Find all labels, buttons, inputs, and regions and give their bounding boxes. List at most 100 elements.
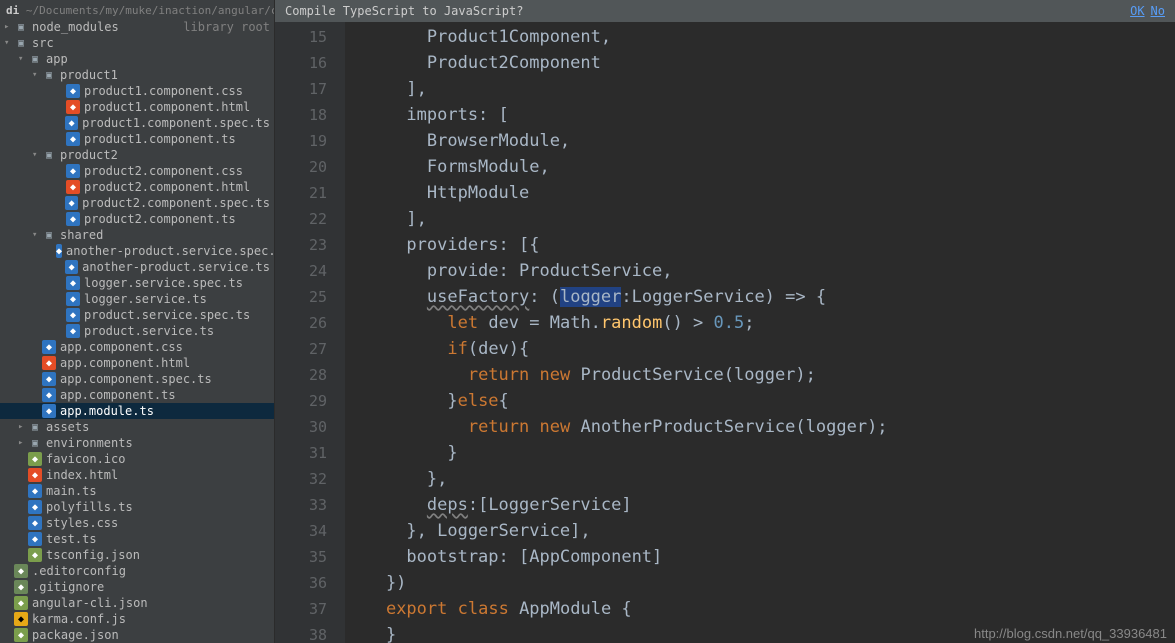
code-line[interactable]: HttpModule	[345, 180, 1175, 206]
file-index.html[interactable]: ◆index.html	[0, 467, 274, 483]
notice-ok-link[interactable]: OK	[1130, 4, 1144, 18]
code-line[interactable]: FormsModule,	[345, 154, 1175, 180]
code-line[interactable]: ],	[345, 76, 1175, 102]
code-line[interactable]: ],	[345, 206, 1175, 232]
file-another-product.service.spec.ts[interactable]: ◆another-product.service.spec.ts	[0, 243, 274, 259]
code-line[interactable]: Product2Component	[345, 50, 1175, 76]
folder-environments[interactable]: ▸ ▣ environments	[0, 435, 274, 451]
line-number-gutter[interactable]: 1516171819202122232425262728293031323334…	[275, 22, 345, 643]
folder-src[interactable]: ▾ ▣ src	[0, 35, 274, 51]
line-number: 31	[275, 440, 327, 466]
file-styles.css[interactable]: ◆ styles.css	[0, 515, 274, 531]
line-number: 35	[275, 544, 327, 570]
code-line[interactable]: }, LoggerService],	[345, 518, 1175, 544]
folder-product1[interactable]: ▾ ▣ product1	[0, 67, 274, 83]
file-tsconfig.json[interactable]: ◆tsconfig.json	[0, 547, 274, 563]
code-line[interactable]: BrowserModule,	[345, 128, 1175, 154]
file-app.component.ts[interactable]: ◆app.component.ts	[0, 387, 274, 403]
code-line[interactable]: })	[345, 570, 1175, 596]
file-polyfills.ts[interactable]: ◆polyfills.ts	[0, 499, 274, 515]
line-number: 16	[275, 50, 327, 76]
file-icon: ◆	[66, 212, 80, 226]
file-icon: ◆	[65, 260, 78, 274]
folder-label: environments	[46, 436, 270, 450]
code-line[interactable]: useFactory: (logger:LoggerService) => {	[345, 284, 1175, 310]
notice-no-link[interactable]: No	[1151, 4, 1165, 18]
line-number: 33	[275, 492, 327, 518]
folder-app[interactable]: ▾ ▣ app	[0, 51, 274, 67]
file-label: tsconfig.json	[46, 548, 270, 562]
code-line[interactable]: }else{	[345, 388, 1175, 414]
file-icon: ◆	[28, 468, 42, 482]
code-line[interactable]: }	[345, 440, 1175, 466]
file-angular-cli.json[interactable]: ◆angular-cli.json	[0, 595, 274, 611]
folder-label: product2	[60, 148, 270, 162]
file-icon: ◆	[28, 516, 42, 530]
file-label: product2.component.ts	[84, 212, 270, 226]
file-icon: ◆	[66, 180, 80, 194]
file-label: logger.service.spec.ts	[84, 276, 270, 290]
code-line[interactable]: Product1Component,	[345, 24, 1175, 50]
file-label: product1.component.html	[84, 100, 270, 114]
file-app.component.spec.ts[interactable]: ◆app.component.spec.ts	[0, 371, 274, 387]
file-product2.component.spec.ts[interactable]: ◆product2.component.spec.ts	[0, 195, 274, 211]
code-line[interactable]: bootstrap: [AppComponent]	[345, 544, 1175, 570]
file-label: main.ts	[46, 484, 270, 498]
line-number: 20	[275, 154, 327, 180]
code-line[interactable]: imports: [	[345, 102, 1175, 128]
folder-icon: ▣	[14, 36, 28, 50]
file-logger.service.ts[interactable]: ◆logger.service.ts	[0, 291, 274, 307]
file-another-product.service.ts[interactable]: ◆another-product.service.ts	[0, 259, 274, 275]
folder-product2[interactable]: ▾ ▣ product2	[0, 147, 274, 163]
code-line[interactable]: return new AnotherProductService(logger)…	[345, 414, 1175, 440]
file-product2.component.ts[interactable]: ◆ product2.component.ts	[0, 211, 274, 227]
file-label: product1.component.css	[84, 84, 270, 98]
file-label: polyfills.ts	[46, 500, 270, 514]
file-product1.component.css[interactable]: ◆product1.component.css	[0, 83, 274, 99]
code-line[interactable]: let dev = Math.random() > 0.5;	[345, 310, 1175, 336]
file-product2.component.css[interactable]: ◆product2.component.css	[0, 163, 274, 179]
code-line[interactable]: deps:[LoggerService]	[345, 492, 1175, 518]
file-product.service.spec.ts[interactable]: ◆product.service.spec.ts	[0, 307, 274, 323]
folder-label: product1	[60, 68, 270, 82]
folder-shared[interactable]: ▾ ▣ shared	[0, 227, 274, 243]
file-label: styles.css	[46, 516, 270, 530]
code-line[interactable]: if(dev){	[345, 336, 1175, 362]
file-package.json[interactable]: ◆package.json	[0, 627, 274, 643]
file-main.ts[interactable]: ◆main.ts	[0, 483, 274, 499]
file-label: app.component.css	[60, 340, 270, 354]
code-editor[interactable]: Product1Component, Product2Component ], …	[345, 22, 1175, 643]
file-app.component.html[interactable]: ◆app.component.html	[0, 355, 274, 371]
chevron-down-icon: ▾	[32, 150, 42, 160]
file-product1.component.html[interactable]: ◆product1.component.html	[0, 99, 274, 115]
file-favicon.ico[interactable]: ◆favicon.ico	[0, 451, 274, 467]
file-product1.component.spec.ts[interactable]: ◆product1.component.spec.ts	[0, 115, 274, 131]
code-line[interactable]: },	[345, 466, 1175, 492]
folder-node-modules[interactable]: ▸ ▣ node_modules library root	[0, 19, 274, 35]
project-sidebar[interactable]: di ~/Documents/my/muke/inaction/angular/…	[0, 0, 275, 643]
folder-assets[interactable]: ▸ ▣ assets	[0, 419, 274, 435]
line-number: 15	[275, 24, 327, 50]
file-karma.conf.js[interactable]: ◆karma.conf.js	[0, 611, 274, 627]
file-product1.component.ts[interactable]: ◆product1.component.ts	[0, 131, 274, 147]
file-logger.service.spec.ts[interactable]: ◆logger.service.spec.ts	[0, 275, 274, 291]
file-product.service.ts[interactable]: ◆product.service.ts	[0, 323, 274, 339]
line-number: 32	[275, 466, 327, 492]
file-.gitignore[interactable]: ◆.gitignore	[0, 579, 274, 595]
code-line[interactable]: provide: ProductService,	[345, 258, 1175, 284]
code-line[interactable]: export class AppModule {	[345, 596, 1175, 622]
file-.editorconfig[interactable]: ◆.editorconfig	[0, 563, 274, 579]
line-number: 25	[275, 284, 327, 310]
file-test.ts[interactable]: ◆test.ts	[0, 531, 274, 547]
file-label: product.service.spec.ts	[84, 308, 270, 322]
file-product2.component.html[interactable]: ◆product2.component.html	[0, 179, 274, 195]
folder-hint: library root	[183, 20, 270, 34]
line-number: 19	[275, 128, 327, 154]
file-icon: ◆	[42, 372, 56, 386]
line-number: 23	[275, 232, 327, 258]
code-line[interactable]: return new ProductService(logger);	[345, 362, 1175, 388]
file-app.component.css[interactable]: ◆app.component.css	[0, 339, 274, 355]
code-line[interactable]: providers: [{	[345, 232, 1175, 258]
file-app.module.ts[interactable]: ◆app.module.ts	[0, 403, 274, 419]
file-icon: ◆	[66, 324, 80, 338]
